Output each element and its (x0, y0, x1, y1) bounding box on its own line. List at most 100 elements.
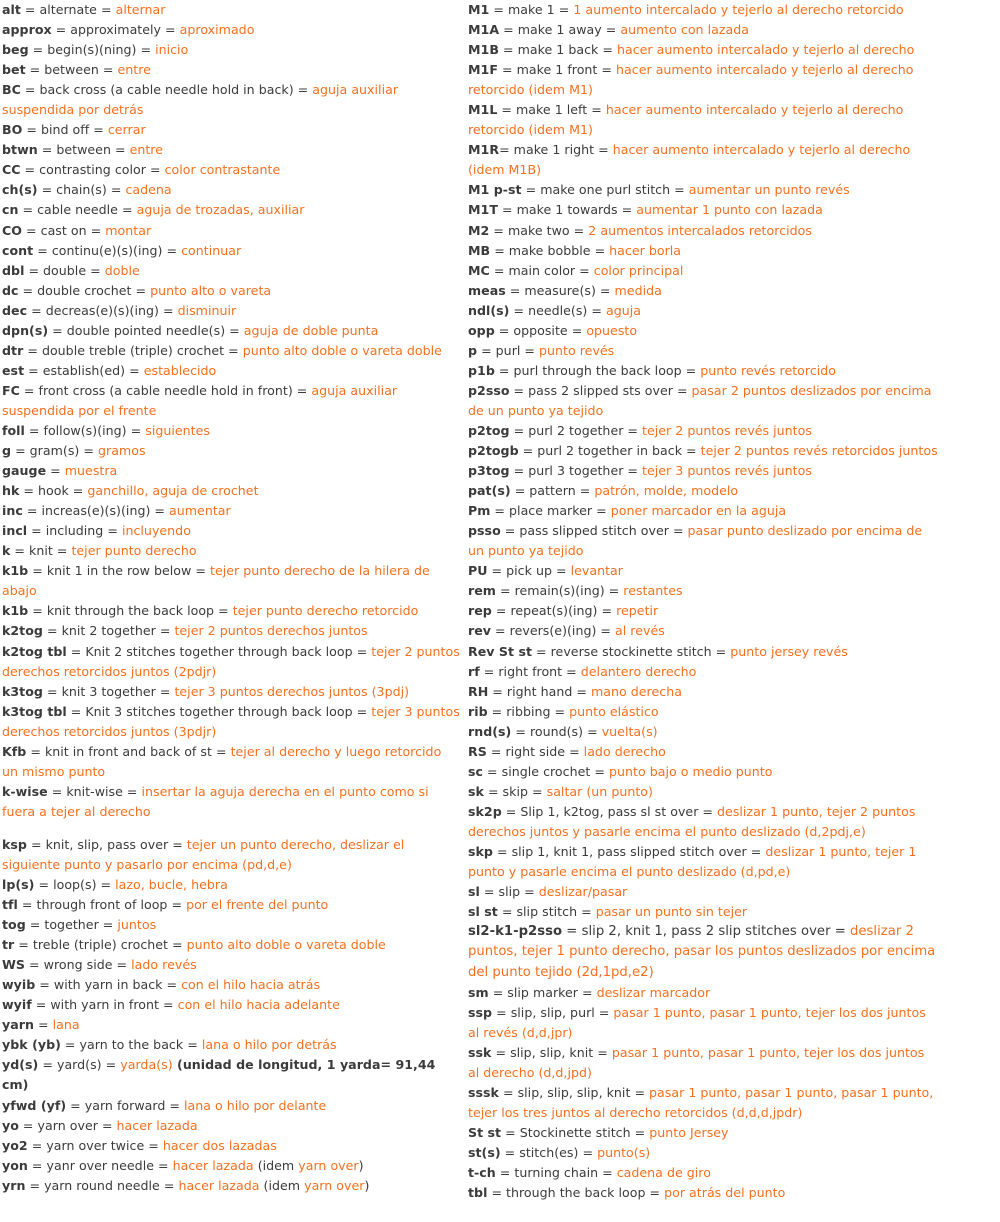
entry-spanish-translation: punto Jersey (649, 1125, 729, 1141)
entry-equals: = (89, 122, 108, 138)
glossary-entry: rev = revers(e)(ing) = al revés (468, 621, 938, 641)
glossary-entry: tfl = through front of loop = por el fre… (2, 895, 460, 915)
entry-equals: = (66, 1097, 85, 1113)
entry-abbreviation: BO (2, 122, 23, 138)
entry-english-definition: turning chain (514, 1165, 599, 1181)
entry-spanish-translation: tejer 2 puntos revés retorcidos juntos (700, 443, 938, 459)
entry-english-definition: slip, slip, slip, knit (517, 1085, 631, 1100)
entry-equals: = (583, 723, 602, 739)
glossary-entry: est = establish(ed) = establecido (2, 361, 460, 381)
entry-equals: = (490, 242, 509, 258)
glossary-entry: rib = ribbing = punto elástico (468, 702, 938, 722)
entry-english-definition: single crochet (501, 763, 591, 779)
entry-equals: = (11, 443, 30, 459)
entry-equals: = (214, 603, 233, 619)
entry-abbreviation: k2tog (2, 623, 43, 639)
entry-equals: = (293, 82, 313, 98)
entry-equals: = (153, 1157, 173, 1173)
entry-equals: = (27, 523, 46, 539)
entry-english-definition: Slip 1, k2tog, pass sl st over (520, 803, 699, 819)
entry-equals: = (211, 743, 231, 759)
entry-abbreviation: Pm (468, 503, 491, 519)
glossary-entry: p1b = purl through the back loop = punto… (468, 361, 938, 381)
entry-abbreviation: bet (2, 62, 26, 78)
entry-english-definition: slip (498, 884, 521, 900)
entry-abbreviation: ssk (468, 1044, 492, 1060)
entry-equals: = (594, 1004, 614, 1020)
entry-english-definition: including (45, 523, 104, 539)
entry-equals: = (24, 362, 43, 378)
glossary-entry: ch(s) = chain(s) = cadena (2, 180, 460, 200)
glossary-column-left: alt = alternate = alternar approx = appro… (0, 0, 460, 1196)
glossary-column-right: M1 = make 1 = 1 aumento intercalado y te… (468, 0, 938, 1203)
glossary-entry: sk = skip = saltar (un punto) (468, 782, 938, 802)
entry-equals: = (597, 62, 617, 78)
entry-abbreviation: CO (2, 222, 22, 238)
entry-abbreviation: MC (468, 262, 490, 278)
entry-equals: = (101, 1057, 121, 1073)
glossary-entry: p3tog = purl 3 together = tejer 3 puntos… (468, 461, 938, 481)
entry-equals: = (562, 924, 582, 940)
entry-spanish-translation: restantes (623, 583, 683, 599)
entry-abbreviation: Rev St st (468, 643, 533, 659)
entry-english-definition: Knit 2 stitches together through back lo… (85, 643, 353, 659)
entry-equals: = (565, 743, 584, 759)
entry-equals: = (106, 182, 126, 198)
entry-equals: = (572, 683, 591, 699)
entry-equals: = (159, 1177, 179, 1193)
entry-equals: = (494, 322, 514, 338)
glossary-entry: ndl(s) = needle(s) = aguja (468, 301, 938, 321)
entry-abbreviation: M1L (468, 102, 498, 118)
entry-spanish-translation: vuelta(s) (601, 723, 658, 739)
entry-english-definition: knit 2 together (61, 623, 156, 639)
entry-abbreviation: k1b (2, 603, 29, 619)
entry-spanish-translation: cerrar (107, 122, 146, 138)
entry-equals: = (491, 1044, 511, 1060)
entry-english-definition: with yarn in front (50, 997, 159, 1013)
glossary-entry: sl = slip = deslizar/pasar (468, 882, 938, 902)
glossary-entry: ksp = knit, slip, pass over = tejer un p… (2, 835, 460, 875)
entry-equals: = (35, 977, 54, 993)
glossary-entry: M1A = make 1 away = aumento con lazada (468, 20, 938, 40)
entry-english-definition: make one purl stitch (540, 182, 671, 198)
glossary-entry: FC = front cross (a cable needle hold in… (2, 381, 460, 421)
entry-note-reference: yarn over (298, 1157, 359, 1173)
entry-english-definition: Stockinette stitch (519, 1125, 631, 1141)
entry-equals: = (497, 102, 517, 118)
glossary-entry: M1L = make 1 left = hacer aumento interc… (468, 100, 938, 140)
entry-english-definition: measure(s) (524, 282, 596, 298)
entry-abbreviation: opp (468, 322, 495, 338)
entry-equals: = (494, 362, 514, 378)
entry-english-definition: make 1 left (516, 102, 588, 118)
glossary-entry: tbl = through the back loop = por atrás … (468, 1183, 938, 1203)
entry-spanish-translation: muestra (64, 463, 118, 479)
entry-equals: = (500, 523, 520, 539)
entry-english-definition: pass 2 slipped sts over (528, 382, 673, 398)
entry-spanish-translation: levantar (570, 563, 623, 579)
entry-equals: = (490, 503, 510, 519)
entry-equals: = (131, 282, 151, 298)
entry-spanish-translation: hacer borla (609, 242, 682, 258)
entry-spanish-translation: patrón, molde, modelo (594, 483, 739, 499)
entry-spanish-translation: punto jersey revés (730, 643, 848, 659)
entry-equals: = (38, 1057, 57, 1073)
entry-english-definition: make 1 right (513, 142, 595, 158)
entry-spanish-translation: pasar un punto sin tejer (595, 904, 748, 920)
entry-abbreviation: rf (468, 663, 480, 679)
glossary-entry: g = gram(s) = gramos (2, 441, 460, 461)
glossary-entry: Rev St st = reverse stockinette stitch =… (468, 642, 938, 662)
entry-spanish-translation: opuesto (586, 322, 638, 338)
entry-abbreviation: WS (2, 957, 26, 973)
entry-spanish-translation: deslizar/pasar (538, 884, 628, 900)
glossary-entry: alt = alternate = alternar (2, 0, 460, 20)
entry-spanish-translation: hacer aumento intercalado y tejerlo al d… (616, 42, 915, 58)
glossary-entry: RS = right side = lado derecho (468, 742, 938, 762)
entry-english-definition: cast on (40, 222, 87, 238)
entry-spanish-translation: saltar (un punto) (546, 783, 653, 799)
entry-abbreviation: dtr (2, 342, 24, 358)
entry-english-definition: yarn over (37, 1117, 98, 1133)
entry-spanish-translation: alternar (115, 2, 166, 17)
glossary-entry: p2tog = purl 2 together = tejer 2 puntos… (468, 421, 938, 441)
entry-equals: = (489, 2, 508, 17)
entry-equals: = (22, 122, 41, 138)
